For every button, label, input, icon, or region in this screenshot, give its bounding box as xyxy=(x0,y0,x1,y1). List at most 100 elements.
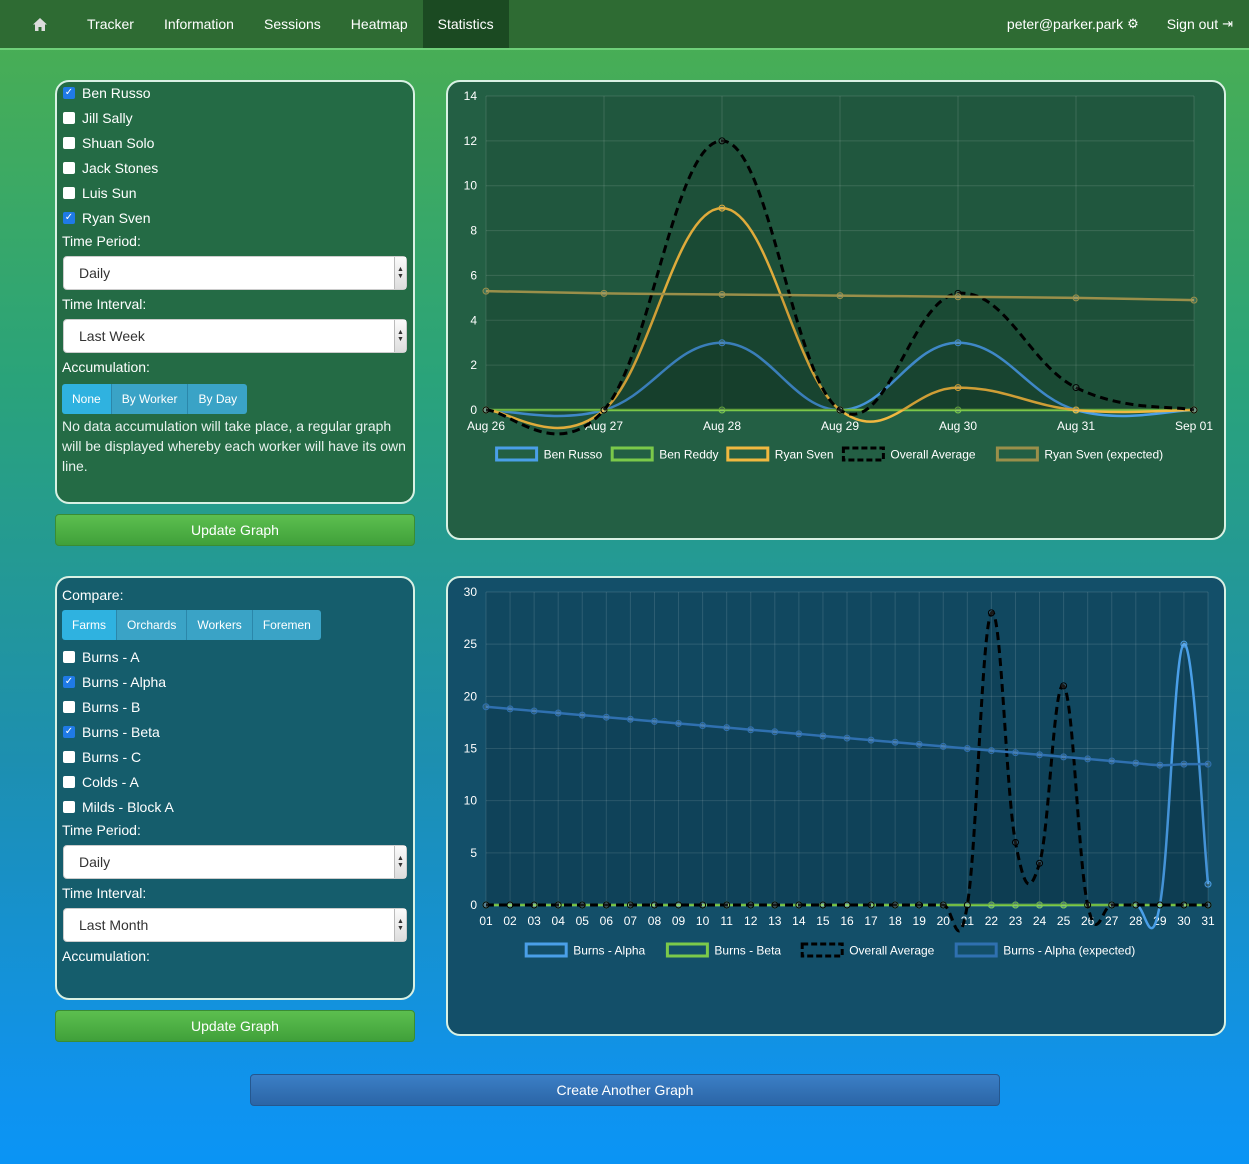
time-period-select[interactable]: Daily ▲ ▼ xyxy=(63,845,407,879)
data-point[interactable] xyxy=(530,707,538,715)
worker-checkbox-row[interactable]: ✓ Ryan Sven xyxy=(57,205,413,230)
legend-label[interactable]: Ryan Sven xyxy=(775,448,834,462)
data-point[interactable] xyxy=(1060,753,1068,761)
data-point[interactable] xyxy=(718,137,726,145)
legend-label[interactable]: Burns - Beta xyxy=(714,944,781,958)
legend-label[interactable]: Overall Average xyxy=(890,448,975,462)
create-another-graph-button[interactable]: Create Another Graph xyxy=(250,1074,1000,1106)
block-checkbox-row[interactable]: Burns - A xyxy=(57,644,413,669)
accum-by-day-button[interactable]: By Day xyxy=(188,384,248,414)
data-point[interactable] xyxy=(1132,759,1140,767)
data-point[interactable] xyxy=(843,734,851,742)
data-point[interactable] xyxy=(1072,294,1080,302)
signout-link[interactable]: Sign out ⇥ xyxy=(1153,0,1249,48)
data-point[interactable] xyxy=(699,722,707,730)
compare-orchards-button[interactable]: Orchards xyxy=(117,610,188,640)
update-graph-button[interactable]: Update Graph xyxy=(55,514,415,546)
data-point[interactable] xyxy=(915,740,923,748)
block-checkbox-row[interactable]: Burns - B xyxy=(57,694,413,719)
data-point[interactable] xyxy=(771,728,779,736)
data-point[interactable] xyxy=(1060,682,1068,690)
data-point[interactable] xyxy=(506,705,514,713)
block-checkbox-row[interactable]: Burns - C xyxy=(57,744,413,769)
data-point[interactable] xyxy=(1011,749,1019,757)
nav-heatmap[interactable]: Heatmap xyxy=(336,0,423,48)
compare-foremen-button[interactable]: Foremen xyxy=(252,610,321,640)
data-point[interactable] xyxy=(987,609,995,617)
data-point[interactable] xyxy=(939,742,947,750)
data-point[interactable] xyxy=(891,738,899,746)
update-graph-button[interactable]: Update Graph xyxy=(55,1010,415,1042)
data-point[interactable] xyxy=(1190,296,1198,304)
checkbox-checked[interactable]: ✓ xyxy=(63,211,75,224)
checkbox-checked[interactable]: ✓ xyxy=(63,675,75,688)
block-checkbox-row[interactable]: Colds - A xyxy=(57,769,413,794)
data-point[interactable] xyxy=(836,292,844,300)
checkbox[interactable] xyxy=(63,136,75,149)
legend-label[interactable]: Ben Reddy xyxy=(659,448,718,462)
data-point[interactable] xyxy=(1180,640,1188,648)
data-point[interactable] xyxy=(1180,760,1188,768)
accum-none-button[interactable]: None xyxy=(62,384,112,414)
checkbox[interactable] xyxy=(63,186,75,199)
home-link[interactable] xyxy=(0,0,72,48)
nav-statistics[interactable]: Statistics xyxy=(422,0,509,48)
time-period-select[interactable]: Daily ▲ ▼ xyxy=(63,256,407,290)
time-interval-value: Last Month xyxy=(79,917,149,933)
data-point[interactable] xyxy=(987,747,995,755)
data-point[interactable] xyxy=(626,715,634,723)
legend-label[interactable]: Overall Average xyxy=(849,944,934,958)
data-point[interactable] xyxy=(650,717,658,725)
data-point[interactable] xyxy=(963,745,971,752)
data-point[interactable] xyxy=(747,726,755,734)
data-point[interactable] xyxy=(600,289,608,297)
checkbox[interactable] xyxy=(63,800,75,813)
worker-checkbox-row[interactable]: ✓ Ben Russo xyxy=(57,80,413,105)
nav-tracker[interactable]: Tracker xyxy=(72,0,149,48)
data-point[interactable] xyxy=(723,724,731,732)
data-point[interactable] xyxy=(578,711,586,719)
worker-checkbox-row[interactable]: Jill Sally xyxy=(57,105,413,130)
block-checkbox-row[interactable]: ✓ Burns - Alpha xyxy=(57,669,413,694)
legend-label[interactable]: Burns - Alpha (expected) xyxy=(1003,944,1135,958)
checkbox[interactable] xyxy=(63,650,75,663)
nav-information[interactable]: Information xyxy=(149,0,249,48)
accum-by-worker-button[interactable]: By Worker xyxy=(111,384,189,414)
checkbox-checked[interactable]: ✓ xyxy=(63,725,75,738)
checkbox[interactable] xyxy=(63,775,75,788)
data-point[interactable] xyxy=(1108,757,1116,765)
data-point[interactable] xyxy=(482,287,490,295)
checkbox[interactable] xyxy=(63,750,75,763)
data-point[interactable] xyxy=(718,290,726,298)
data-point[interactable] xyxy=(554,709,562,717)
checkbox-checked[interactable]: ✓ xyxy=(63,86,75,99)
data-point[interactable] xyxy=(675,719,683,727)
nav-sessions[interactable]: Sessions xyxy=(249,0,336,48)
data-point[interactable] xyxy=(1084,755,1092,763)
time-interval-select[interactable]: Last Week ▲ ▼ xyxy=(63,319,407,353)
data-point[interactable] xyxy=(1204,760,1212,768)
data-point[interactable] xyxy=(954,293,962,301)
worker-checkbox-row[interactable]: Shuan Solo xyxy=(57,130,413,155)
worker-checkbox-row[interactable]: Jack Stones xyxy=(57,155,413,180)
data-point[interactable] xyxy=(795,730,803,738)
checkbox[interactable] xyxy=(63,700,75,713)
worker-checkbox-row[interactable]: Luis Sun xyxy=(57,180,413,205)
user-menu[interactable]: peter@parker.park ⚙ xyxy=(993,0,1153,48)
data-point[interactable] xyxy=(819,732,827,740)
data-point[interactable] xyxy=(1156,761,1164,769)
block-checkbox-row[interactable]: ✓ Burns - Beta xyxy=(57,719,413,744)
data-point[interactable] xyxy=(1036,751,1044,759)
compare-farms-button[interactable]: Farms xyxy=(62,610,117,640)
data-point[interactable] xyxy=(867,736,875,744)
legend-label[interactable]: Burns - Alpha xyxy=(573,944,645,958)
time-interval-select[interactable]: Last Month ▲ ▼ xyxy=(63,908,407,942)
legend-label[interactable]: Ryan Sven (expected) xyxy=(1044,448,1163,462)
legend-label[interactable]: Ben Russo xyxy=(544,448,603,462)
checkbox[interactable] xyxy=(63,161,75,174)
checkbox[interactable] xyxy=(63,111,75,124)
data-point[interactable] xyxy=(602,713,610,721)
data-point[interactable] xyxy=(482,703,490,711)
block-checkbox-row[interactable]: Milds - Block A xyxy=(57,794,413,819)
compare-workers-button[interactable]: Workers xyxy=(187,610,253,640)
